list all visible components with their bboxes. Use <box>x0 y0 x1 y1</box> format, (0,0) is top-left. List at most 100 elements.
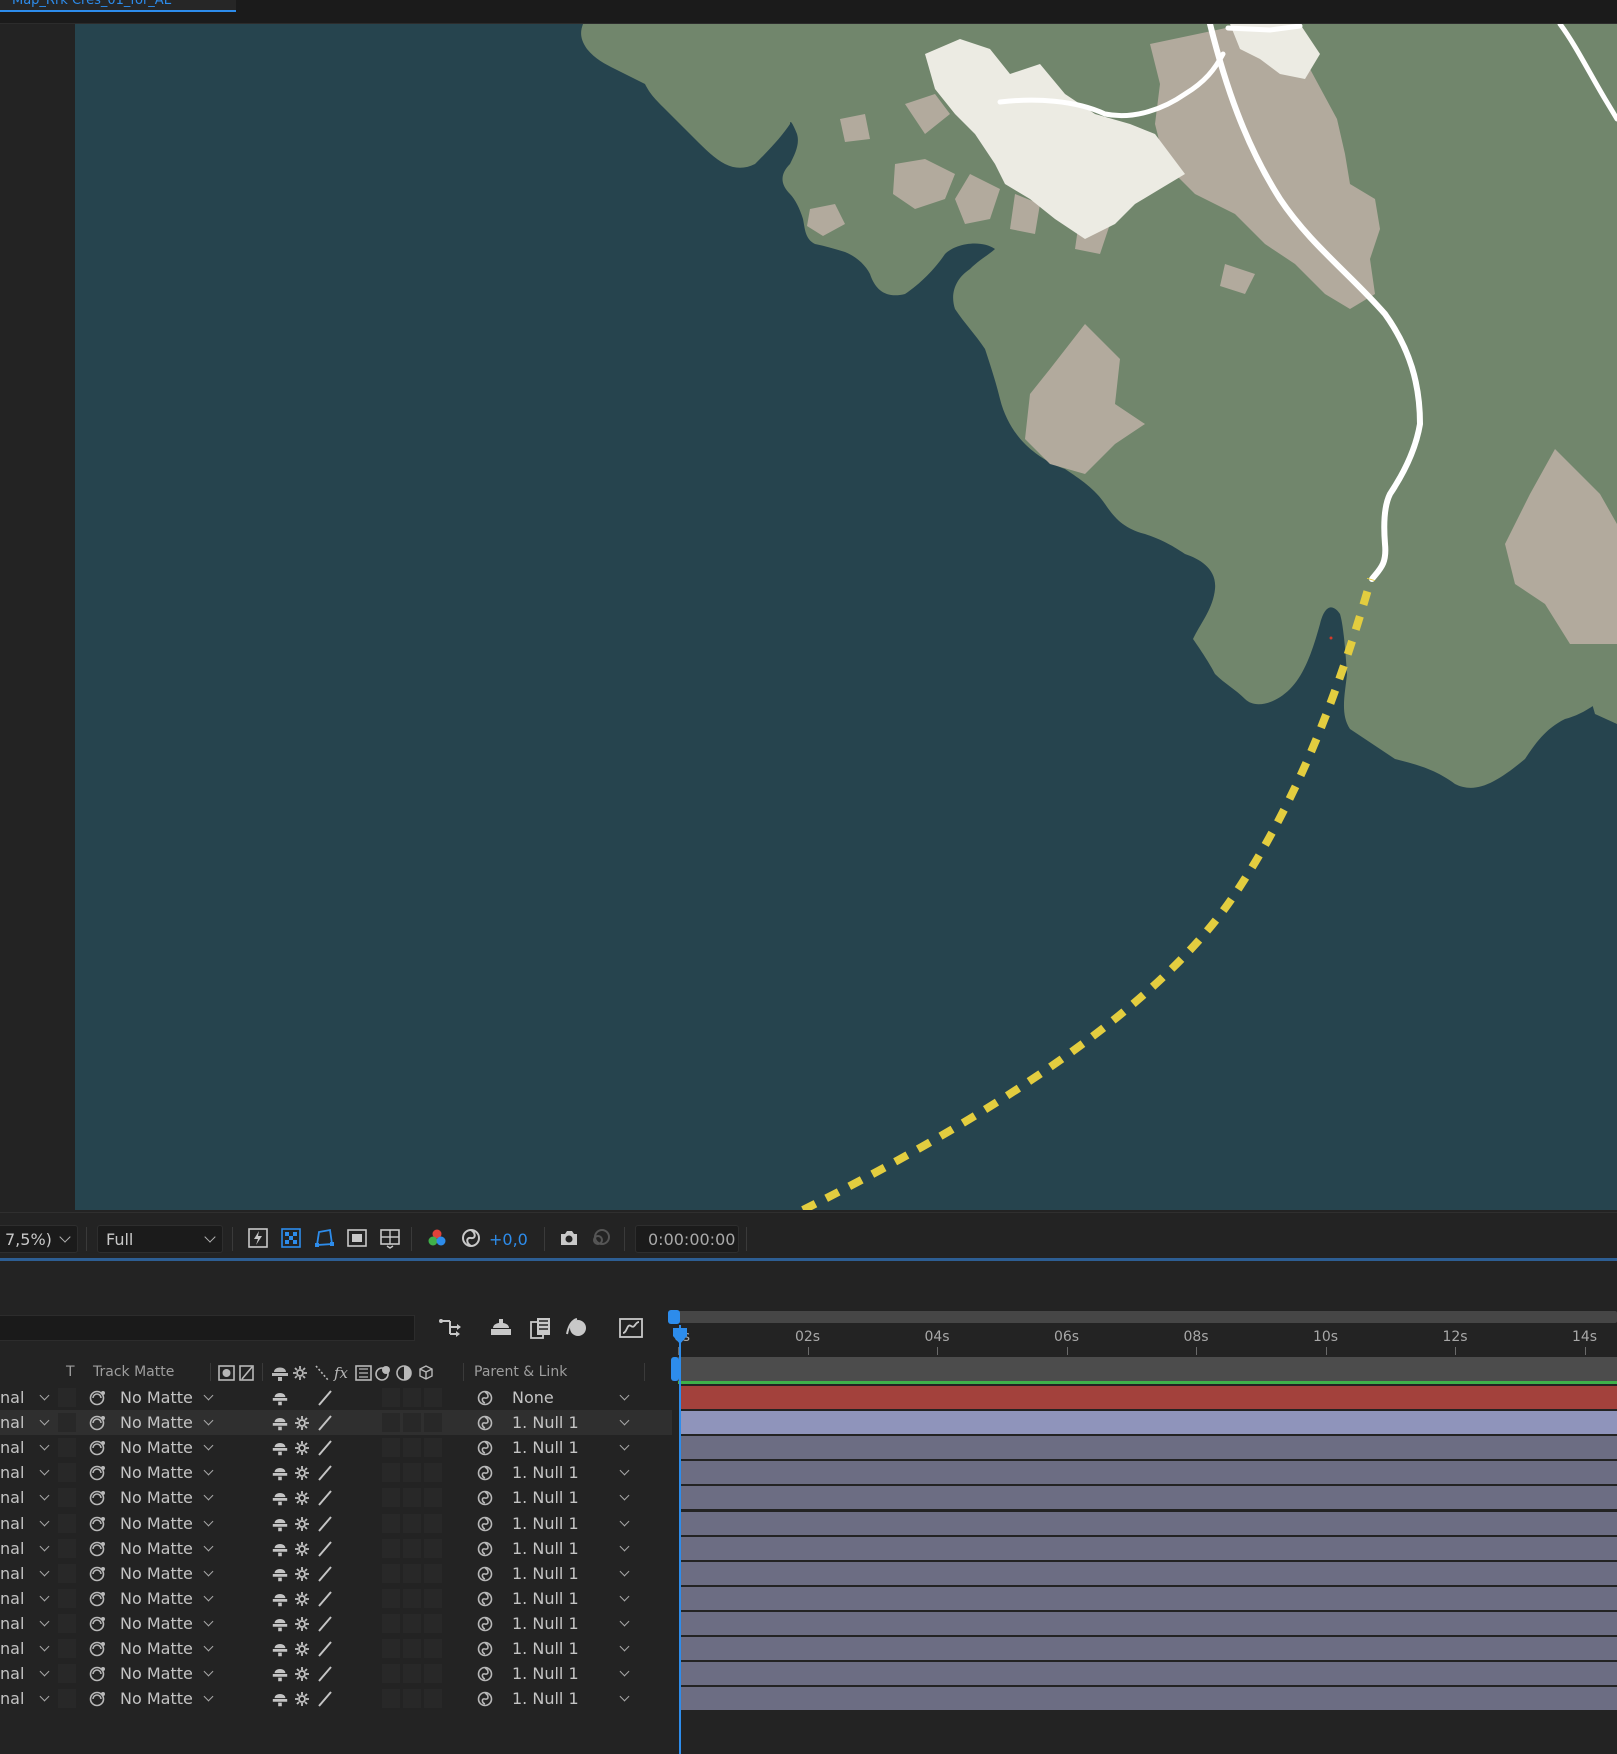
quality-icon[interactable] <box>316 1665 334 1683</box>
parent-pickwhip-icon[interactable] <box>476 1414 494 1432</box>
parent-dropdown[interactable]: 1. Null 1 <box>512 1411 632 1434</box>
collapse-transformations-icon[interactable] <box>293 1515 311 1533</box>
adjustment-layer-toggle[interactable] <box>382 1639 400 1658</box>
snapshot-icon[interactable] <box>556 1225 582 1251</box>
layer-duration-bar[interactable] <box>681 1687 1617 1711</box>
column-t[interactable]: T <box>66 1364 75 1380</box>
collapse-transformations-icon[interactable] <box>293 1414 311 1432</box>
layer-row[interactable]: nal No Matte 1. Null 1 <box>0 1586 672 1611</box>
region-of-interest-icon[interactable] <box>344 1225 370 1251</box>
track-matte-pickwhip-icon[interactable] <box>88 1615 106 1633</box>
shy-icon[interactable] <box>271 1690 289 1708</box>
quality-icon[interactable] <box>316 1464 334 1482</box>
parent-dropdown[interactable]: 1. Null 1 <box>512 1512 632 1535</box>
composition-tab[interactable]: Map_Rrk Cres_01_for_AE <box>0 0 236 12</box>
3d-layer-toggle[interactable] <box>403 1513 421 1533</box>
preserve-transparency-toggle[interactable] <box>58 1639 76 1658</box>
parent-pickwhip-icon[interactable] <box>476 1690 494 1708</box>
adjustment-layer-toggle[interactable] <box>382 1588 400 1608</box>
3d-layer-toggle[interactable] <box>403 1413 421 1433</box>
layer-duration-bar[interactable] <box>681 1662 1617 1686</box>
adjustment-layer-toggle[interactable] <box>382 1413 400 1433</box>
collapse-transformations-icon[interactable] <box>293 1665 311 1683</box>
parent-pickwhip-icon[interactable] <box>476 1389 494 1407</box>
collapse-transformations-icon[interactable] <box>293 1565 311 1583</box>
layer-duration-bar[interactable] <box>681 1436 1617 1460</box>
preserve-transparency-toggle[interactable] <box>58 1538 76 1558</box>
layer-switches-header[interactable]: fx <box>270 1363 450 1383</box>
resolution-dropdown[interactable]: Full <box>97 1225 223 1253</box>
frame-blending-icon[interactable] <box>526 1313 556 1343</box>
quality-icon[interactable] <box>316 1615 334 1633</box>
track-matte-dropdown[interactable]: No Matte <box>120 1461 214 1484</box>
track-matte-pickwhip-icon[interactable] <box>88 1389 106 1407</box>
motion-blur-toggle[interactable] <box>424 1413 442 1433</box>
motion-blur-toggle[interactable] <box>424 1563 442 1583</box>
layer-duration-bar[interactable] <box>681 1611 1617 1635</box>
blend-mode-dropdown[interactable]: nal <box>0 1486 52 1509</box>
layer-row[interactable]: nal No Matte 1. Null 1 <box>0 1511 672 1536</box>
3d-layer-toggle[interactable] <box>403 1613 421 1633</box>
parent-dropdown[interactable]: 1. Null 1 <box>512 1687 632 1710</box>
layer-row[interactable]: nal No Matte 1. Null 1 <box>0 1561 672 1586</box>
layer-row[interactable]: nal No Matte 1. Null 1 <box>0 1536 672 1561</box>
column-track-matte[interactable]: Track Matte <box>93 1364 174 1380</box>
quality-icon[interactable] <box>316 1690 334 1708</box>
parent-dropdown[interactable]: 1. Null 1 <box>512 1637 632 1660</box>
track-matte-dropdown[interactable]: No Matte <box>120 1436 214 1459</box>
3d-layer-toggle[interactable] <box>403 1664 421 1684</box>
blend-mode-dropdown[interactable]: nal <box>0 1562 52 1585</box>
adjustment-layer-toggle[interactable] <box>382 1538 400 1558</box>
layer-duration-bar[interactable] <box>681 1637 1617 1660</box>
time-navigator-start-handle[interactable] <box>668 1310 680 1324</box>
blend-mode-dropdown[interactable]: nal <box>0 1612 52 1635</box>
work-area-bar[interactable] <box>678 1357 1617 1381</box>
parent-dropdown[interactable]: 1. Null 1 <box>512 1587 632 1610</box>
layer-row[interactable]: nal No Matte 1. Null 1 <box>0 1661 672 1686</box>
quality-icon[interactable] <box>316 1414 334 1432</box>
layer-row[interactable]: nal No Matte 1. Null 1 <box>0 1485 672 1510</box>
track-matte-pickwhip-icon[interactable] <box>88 1489 106 1507</box>
3d-layer-toggle[interactable] <box>403 1563 421 1583</box>
blend-mode-dropdown[interactable]: nal <box>0 1687 52 1710</box>
motion-blur-toggle[interactable] <box>424 1438 442 1458</box>
show-snapshot-icon[interactable] <box>588 1225 614 1251</box>
shy-icon[interactable] <box>271 1389 289 1407</box>
quality-icon[interactable] <box>316 1590 334 1608</box>
parent-pickwhip-icon[interactable] <box>476 1615 494 1633</box>
blend-mode-dropdown[interactable]: nal <box>0 1411 52 1434</box>
track-matte-pickwhip-icon[interactable] <box>88 1640 106 1658</box>
collapse-transformations-icon[interactable] <box>293 1615 311 1633</box>
preserve-transparency-toggle[interactable] <box>58 1413 76 1433</box>
preserve-transparency-toggle[interactable] <box>58 1513 76 1533</box>
parent-pickwhip-icon[interactable] <box>476 1464 494 1482</box>
layer-row[interactable]: nal No Matte 1. Null 1 <box>0 1686 672 1711</box>
track-matte-dropdown[interactable]: No Matte <box>120 1562 214 1585</box>
track-matte-dropdown[interactable]: No Matte <box>120 1612 214 1635</box>
track-matte-dropdown[interactable]: No Matte <box>120 1512 214 1535</box>
shy-layers-icon[interactable] <box>486 1313 516 1343</box>
collapse-transformations-icon[interactable] <box>293 1690 311 1708</box>
adjustment-layer-toggle[interactable] <box>382 1463 400 1483</box>
motion-blur-toggle[interactable] <box>424 1388 442 1407</box>
parent-dropdown[interactable]: 1. Null 1 <box>512 1486 632 1509</box>
parent-dropdown[interactable]: 1. Null 1 <box>512 1662 632 1685</box>
preserve-transparency-toggle[interactable] <box>58 1563 76 1583</box>
time-ruler[interactable]: 0s02s04s06s08s10s12s14s <box>668 1325 1617 1355</box>
current-time-indicator-head-icon[interactable] <box>671 1327 689 1345</box>
parent-pickwhip-icon[interactable] <box>476 1665 494 1683</box>
adjustment-layer-toggle[interactable] <box>382 1438 400 1458</box>
blend-mode-dropdown[interactable]: nal <box>0 1512 52 1535</box>
quality-icon[interactable] <box>316 1540 334 1558</box>
layer-duration-bar[interactable] <box>681 1586 1617 1610</box>
track-matte-dropdown[interactable]: No Matte <box>120 1662 214 1685</box>
comp-flowchart-icon[interactable] <box>436 1313 466 1343</box>
preserve-transparency-toggle[interactable] <box>58 1438 76 1458</box>
preserve-transparency-toggle[interactable] <box>58 1463 76 1483</box>
shy-icon[interactable] <box>271 1590 289 1608</box>
shy-icon[interactable] <box>271 1414 289 1432</box>
motion-blur-toggle[interactable] <box>424 1513 442 1533</box>
shy-icon[interactable] <box>271 1489 289 1507</box>
parent-pickwhip-icon[interactable] <box>476 1640 494 1658</box>
track-matte-pickwhip-icon[interactable] <box>88 1590 106 1608</box>
